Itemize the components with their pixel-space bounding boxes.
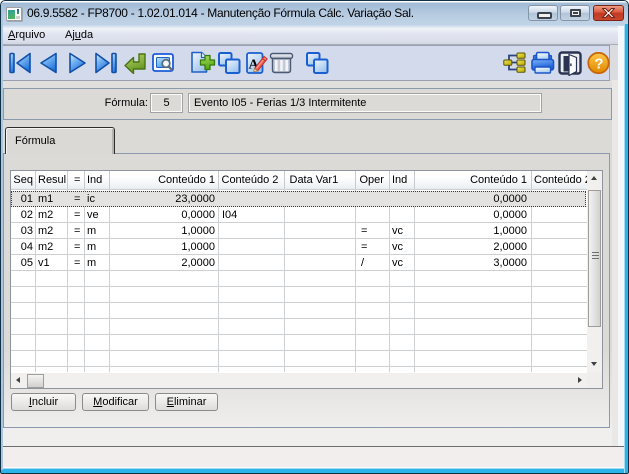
svg-text:?: ?: [594, 56, 603, 73]
